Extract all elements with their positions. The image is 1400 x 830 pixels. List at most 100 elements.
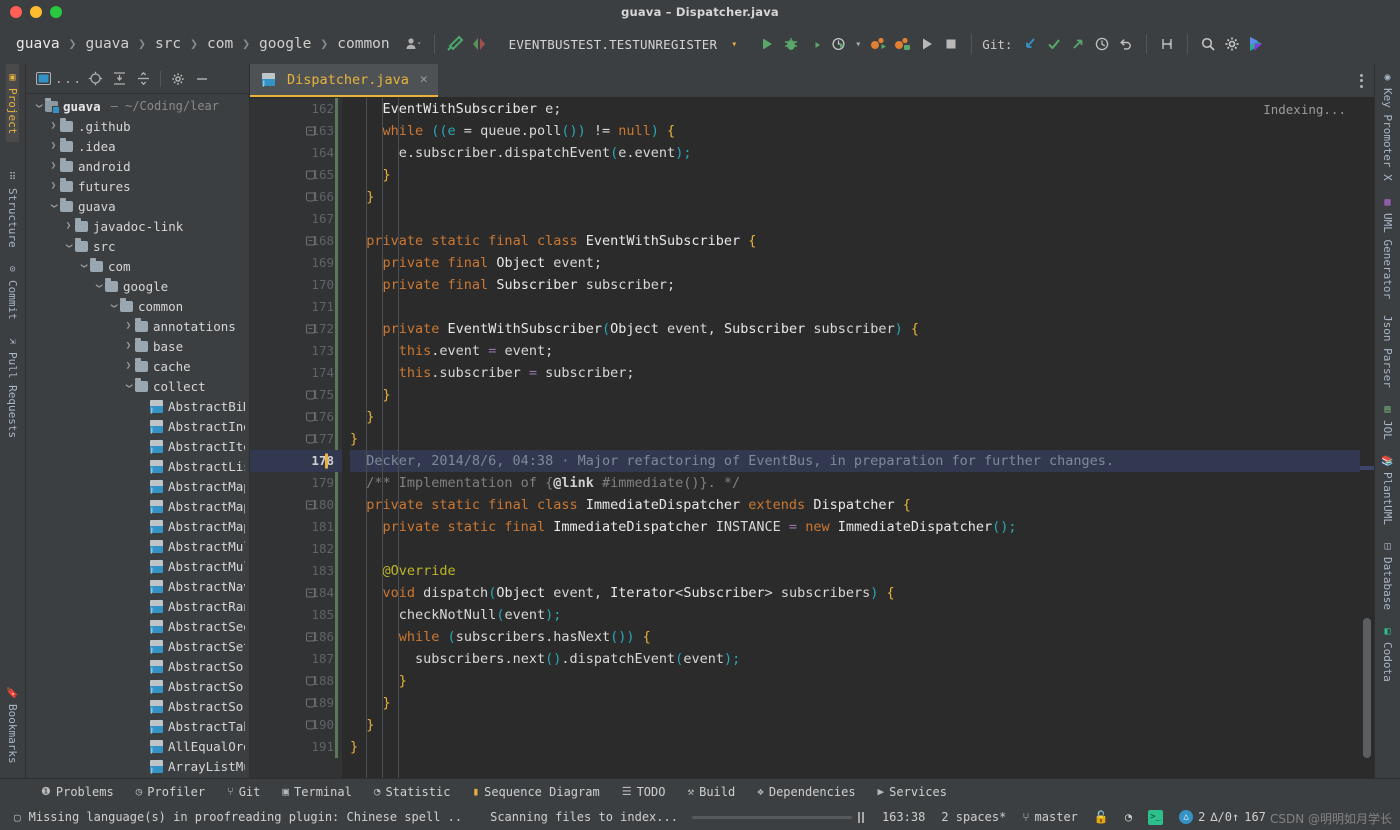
- line-number[interactable]: 168−: [250, 230, 342, 252]
- code-line[interactable]: private EventWithSubscriber(Object event…: [350, 318, 1360, 340]
- fold-end-icon[interactable]: [306, 434, 315, 444]
- line-number[interactable]: 162: [250, 98, 342, 120]
- sidebar-item-key-promoter-x[interactable]: ◉ Key Promoter X: [1381, 64, 1394, 189]
- tree-node[interactable]: ArrayListMu: [26, 756, 249, 776]
- sidebar-item-pull-requests[interactable]: ⇲ Pull Requests: [6, 328, 19, 446]
- gear-icon[interactable]: [167, 68, 189, 90]
- fold-collapse-icon[interactable]: −: [306, 236, 315, 246]
- line-number[interactable]: 187: [250, 648, 342, 670]
- tree-node[interactable]: ❯ .github: [26, 116, 249, 136]
- tree-node[interactable]: ❯ .idea: [26, 136, 249, 156]
- code-line[interactable]: subscribers.next().dispatchEvent(event);: [350, 648, 1360, 670]
- project-view-dropdown[interactable]: ...: [55, 68, 82, 90]
- run-tests-coverage-icon[interactable]: [891, 32, 915, 56]
- chevron-right-icon[interactable]: ❯: [122, 361, 135, 371]
- tree-node[interactable]: AbstractBiM: [26, 396, 249, 416]
- tree-node[interactable]: AbstractMul: [26, 556, 249, 576]
- inspection-icon[interactable]: ◔: [1117, 810, 1140, 824]
- commit-icon[interactable]: [1042, 32, 1066, 56]
- line-number[interactable]: 166: [250, 186, 342, 208]
- breadcrumb[interactable]: guava ❯ guava ❯ src ❯ com ❯ google ❯ com…: [12, 34, 394, 54]
- code-line[interactable]: while ((e = queue.poll()) != null) {: [350, 120, 1360, 142]
- code-line[interactable]: [350, 538, 1360, 560]
- tree-node[interactable]: ❯ src: [26, 236, 249, 256]
- code-editor[interactable]: 162 163−164 165 166 167 168−169 170 171 172−173 1…: [250, 98, 1374, 778]
- fold-collapse-icon[interactable]: −: [306, 126, 315, 136]
- tree-node[interactable]: AbstractRan: [26, 596, 249, 616]
- chevron-down-icon[interactable]: ❯: [34, 100, 44, 113]
- chevron-right-icon[interactable]: ❯: [122, 341, 135, 351]
- sidebar-item-project[interactable]: ▣ Project: [6, 64, 19, 143]
- play-icon[interactable]: [915, 32, 939, 56]
- code-line[interactable]: }: [350, 736, 1360, 758]
- branch-indicator[interactable]: ⑂ master: [1014, 810, 1086, 824]
- breadcrumb-item-5[interactable]: common: [333, 34, 393, 54]
- code-line[interactable]: }: [350, 428, 1360, 450]
- encoding-indicator[interactable]: 167: [1244, 810, 1266, 824]
- project-view-selector[interactable]: [32, 68, 54, 90]
- line-number[interactable]: 185: [250, 604, 342, 626]
- undo-icon[interactable]: [1114, 32, 1138, 56]
- chevron-down-icon[interactable]: ❯: [124, 380, 134, 393]
- code-line[interactable]: this.event = event;: [350, 340, 1360, 362]
- line-number[interactable]: 163−: [250, 120, 342, 142]
- code-line[interactable]: }: [350, 384, 1360, 406]
- code-line[interactable]: [350, 208, 1360, 230]
- minimize-window-button[interactable]: [30, 6, 42, 18]
- code-line[interactable]: /** Implementation of {@link #immediate(…: [350, 472, 1360, 494]
- more-options-icon[interactable]: [1348, 64, 1374, 97]
- line-number[interactable]: 189: [250, 692, 342, 714]
- line-number[interactable]: 181: [250, 516, 342, 538]
- chevron-down-icon[interactable]: ❯: [49, 200, 59, 213]
- sidebar-item-commit[interactable]: ⊙ Commit: [6, 256, 19, 328]
- line-number[interactable]: 186−: [250, 626, 342, 648]
- code-line[interactable]: void dispatch(Object event, Iterator<Sub…: [350, 582, 1360, 604]
- tool-window-bar[interactable]: ❶ Problems ◷ Profiler ⑂ Git ▣ Terminal ◔ Statisti…: [0, 778, 1400, 804]
- fold-collapse-icon[interactable]: −: [306, 632, 315, 642]
- project-tree[interactable]: ❯ guava – ~/Coding/lear ❯ .github ❯ .idea ❯ andr…: [26, 94, 249, 778]
- sidebar-item-json-parser[interactable]: Json Parser: [1381, 307, 1394, 396]
- tree-node[interactable]: AbstractSor: [26, 676, 249, 696]
- code-line[interactable]: e.subscriber.dispatchEvent(e.event);: [350, 142, 1360, 164]
- line-number[interactable]: 184−: [250, 582, 342, 604]
- tree-node[interactable]: ❯ com: [26, 256, 249, 276]
- tool-window-git[interactable]: ⑂ Git: [216, 785, 271, 799]
- sidebar-item-structure[interactable]: ⠿ Structure: [6, 164, 19, 256]
- fold-end-icon[interactable]: [306, 192, 315, 202]
- sidebar-item-plantuml[interactable]: 📚 PlantUML: [1381, 448, 1394, 533]
- tool-window-profiler[interactable]: ◷ Profiler: [125, 785, 216, 799]
- fold-end-icon[interactable]: [306, 412, 315, 422]
- history-icon[interactable]: [1090, 32, 1114, 56]
- line-number[interactable]: 174: [250, 362, 342, 384]
- fold-end-icon[interactable]: [306, 720, 315, 730]
- fold-end-icon[interactable]: [306, 676, 315, 686]
- fold-collapse-icon[interactable]: −: [306, 500, 315, 510]
- idea-logo-icon[interactable]: [1244, 32, 1268, 56]
- tree-node[interactable]: ❯ javadoc-link: [26, 216, 249, 236]
- code-line[interactable]: this.subscriber = subscriber;: [350, 362, 1360, 384]
- tree-node[interactable]: AbstractInd: [26, 416, 249, 436]
- gear-icon[interactable]: [1220, 32, 1244, 56]
- tree-node[interactable]: ❯ base: [26, 336, 249, 356]
- tree-node[interactable]: AbstractSor: [26, 656, 249, 676]
- code-line[interactable]: }: [350, 714, 1360, 736]
- breadcrumb-item-4[interactable]: google: [255, 34, 315, 54]
- tree-node[interactable]: AbstractLis: [26, 456, 249, 476]
- fold-end-icon[interactable]: [306, 698, 315, 708]
- window-controls[interactable]: [0, 6, 62, 18]
- profiler-icon[interactable]: [827, 32, 851, 56]
- run-configuration-selector[interactable]: EVENTBUSTEST.TESTUNREGISTER: [509, 37, 718, 52]
- run-icon[interactable]: [755, 32, 779, 56]
- chevron-right-icon[interactable]: ❯: [62, 221, 75, 231]
- caret-position[interactable]: 163:38: [874, 810, 933, 824]
- tree-node[interactable]: AbstractSet: [26, 636, 249, 656]
- tree-node[interactable]: AbstractIte: [26, 436, 249, 456]
- line-number[interactable]: 191: [250, 736, 342, 758]
- git-blame-inlay[interactable]: Decker, 2014/8/6, 04:38 · Major refactor…: [350, 450, 1360, 472]
- sidebar-item-jol[interactable]: ▤ JOL: [1381, 396, 1394, 448]
- tree-node[interactable]: ❯ cache: [26, 356, 249, 376]
- line-number[interactable]: 188: [250, 670, 342, 692]
- code-content[interactable]: Indexing... EventWithSubscriber e; while…: [342, 98, 1360, 778]
- fold-end-icon[interactable]: [306, 390, 315, 400]
- diff-icon[interactable]: [467, 32, 491, 56]
